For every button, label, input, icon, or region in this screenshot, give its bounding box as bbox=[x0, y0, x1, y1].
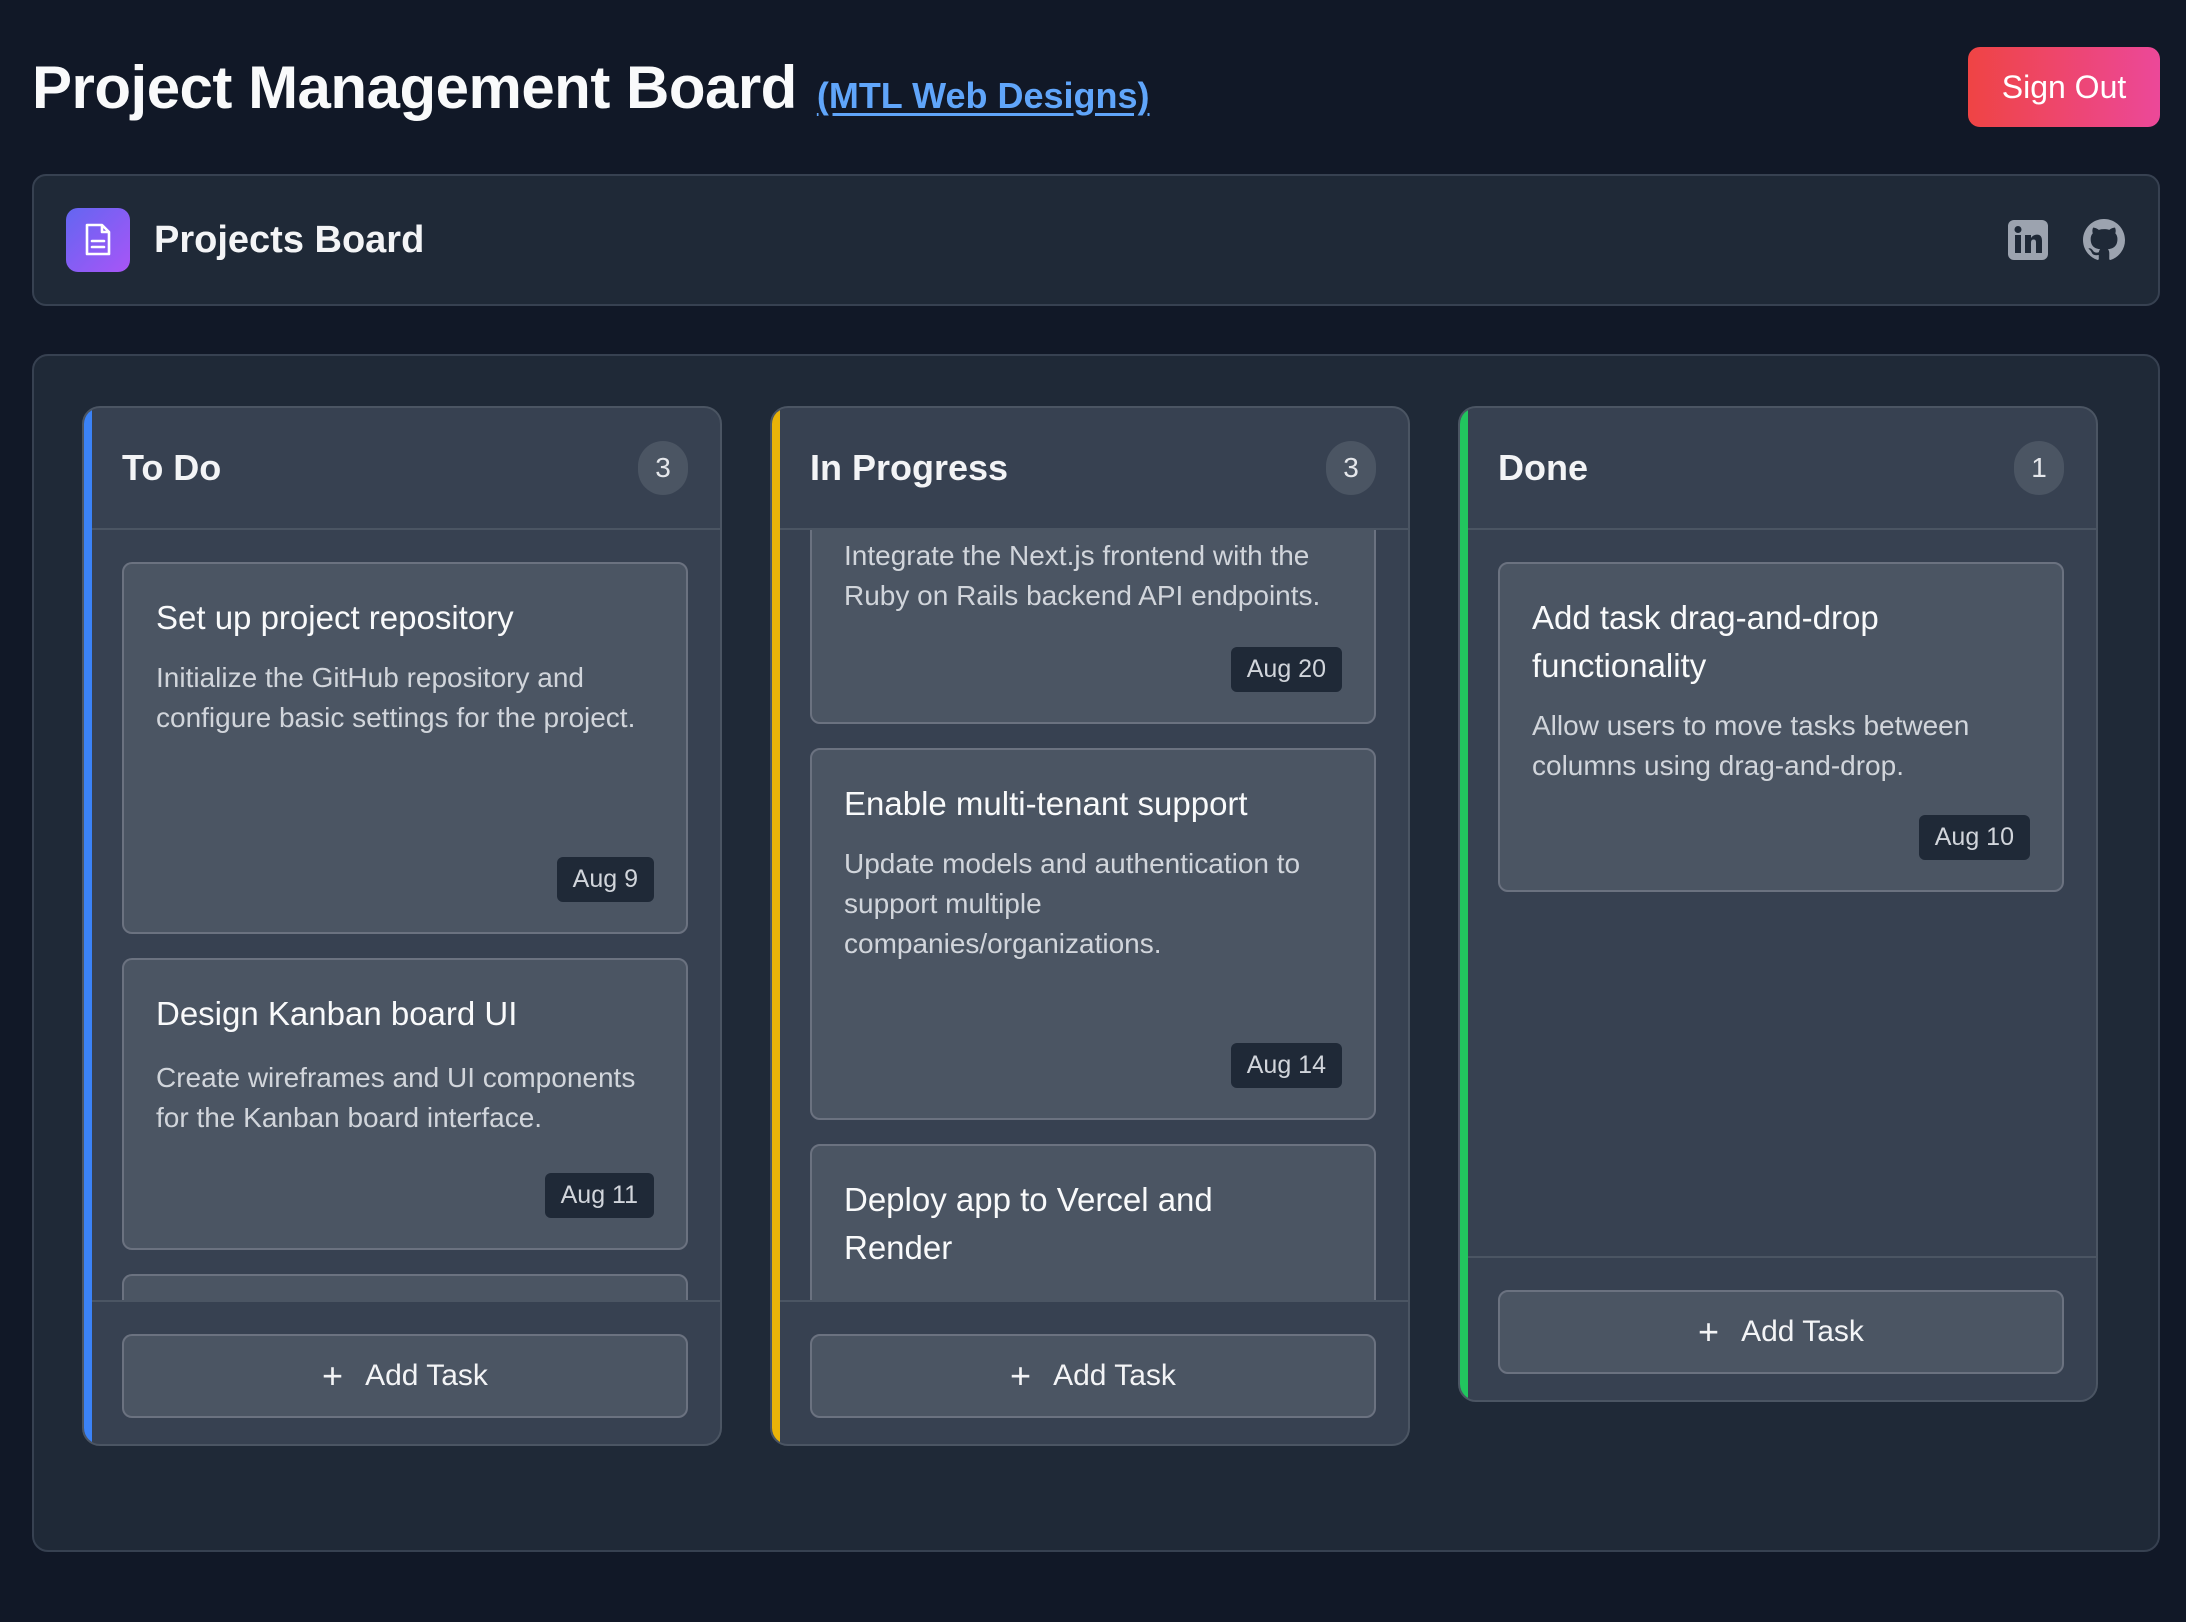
add-task-label: Add Task bbox=[1741, 1315, 1864, 1348]
task-date-badge: Aug 11 bbox=[544, 1173, 654, 1218]
title-wrap: Project Management Board (MTL Web Design… bbox=[32, 53, 1150, 122]
task-count-badge: 3 bbox=[1326, 441, 1376, 495]
column-footer: + Add Task bbox=[1460, 1256, 2096, 1400]
sign-out-button[interactable]: Sign Out bbox=[1968, 47, 2160, 127]
column-title: Done bbox=[1498, 447, 1588, 488]
task-description: Initialize the GitHub repository and con… bbox=[156, 662, 636, 733]
task-card[interactable] bbox=[122, 1274, 688, 1300]
github-icon[interactable] bbox=[2082, 218, 2126, 262]
page: Project Management Board (MTL Web Design… bbox=[0, 0, 2186, 1622]
task-card[interactable]: Design Kanban board UI Create wireframes… bbox=[122, 958, 688, 1250]
column-in-progress: In Progress 3 Integrate the Next.js fron… bbox=[770, 406, 1410, 1446]
task-title: Add task drag-and-drop functionality bbox=[1532, 599, 1879, 684]
social-links bbox=[2006, 218, 2126, 262]
board-title-group: Projects Board bbox=[66, 208, 424, 272]
document-icon bbox=[66, 208, 130, 272]
column-header: To Do 3 bbox=[84, 408, 720, 530]
plus-icon: + bbox=[322, 1355, 344, 1396]
task-description: Create wireframes and UI components for … bbox=[156, 1062, 636, 1133]
task-date-badge: Aug 9 bbox=[556, 857, 654, 902]
add-task-label: Add Task bbox=[1053, 1359, 1176, 1392]
kanban-board: To Do 3 Set up project repository Initia… bbox=[32, 354, 2160, 1552]
column-footer: + Add Task bbox=[772, 1300, 1408, 1444]
task-description: Integrate the Next.js frontend with the … bbox=[844, 540, 1321, 611]
linkedin-icon[interactable] bbox=[2006, 218, 2050, 262]
task-card[interactable]: Add task drag-and-drop functionality All… bbox=[1498, 562, 2064, 892]
task-count-badge: 3 bbox=[638, 441, 688, 495]
column-task-list[interactable]: Integrate the Next.js frontend with the … bbox=[772, 530, 1408, 1300]
column-title: In Progress bbox=[810, 447, 1009, 488]
board-name: Projects Board bbox=[154, 218, 425, 261]
task-count-badge: 1 bbox=[2014, 441, 2064, 495]
add-task-button[interactable]: + Add Task bbox=[122, 1334, 688, 1418]
board-bar: Projects Board bbox=[32, 174, 2160, 306]
task-title: Deploy app to Vercel and Render bbox=[844, 1181, 1213, 1266]
add-task-button[interactable]: + Add Task bbox=[1498, 1290, 2064, 1374]
company-link[interactable]: (MTL Web Designs) bbox=[817, 75, 1150, 117]
column-header: Done 1 bbox=[1460, 408, 2096, 530]
column-done: Done 1 Add task drag-and-drop functional… bbox=[1458, 406, 2098, 1402]
task-card[interactable]: Set up project repository Initialize the… bbox=[122, 562, 688, 934]
add-task-button[interactable]: + Add Task bbox=[810, 1334, 1376, 1418]
task-title: Enable multi-tenant support bbox=[844, 785, 1248, 822]
task-description: Update models and authentication to supp… bbox=[844, 848, 1301, 959]
task-card[interactable]: Integrate the Next.js frontend with the … bbox=[810, 530, 1376, 724]
column-todo: To Do 3 Set up project repository Initia… bbox=[82, 406, 722, 1446]
add-task-label: Add Task bbox=[365, 1359, 488, 1392]
task-date-badge: Aug 20 bbox=[1230, 647, 1342, 692]
plus-icon: + bbox=[1698, 1311, 1720, 1352]
task-description: Allow users to move tasks between column… bbox=[1532, 710, 1970, 781]
task-title: Design Kanban board UI bbox=[156, 995, 518, 1032]
plus-icon: + bbox=[1010, 1355, 1032, 1396]
page-title: Project Management Board bbox=[32, 53, 797, 121]
task-date-badge: Aug 14 bbox=[1230, 1043, 1342, 1088]
column-task-list[interactable]: Set up project repository Initialize the… bbox=[84, 530, 720, 1300]
task-card[interactable]: Enable multi-tenant support Update model… bbox=[810, 748, 1376, 1120]
task-title: Set up project repository bbox=[156, 599, 514, 636]
task-card[interactable]: Deploy app to Vercel and Render bbox=[810, 1144, 1376, 1300]
task-date-badge: Aug 10 bbox=[1918, 815, 2030, 860]
column-task-list[interactable]: Add task drag-and-drop functionality All… bbox=[1460, 530, 2096, 1256]
column-footer: + Add Task bbox=[84, 1300, 720, 1444]
column-header: In Progress 3 bbox=[772, 408, 1408, 530]
column-title: To Do bbox=[122, 447, 222, 488]
top-header: Project Management Board (MTL Web Design… bbox=[32, 44, 2160, 130]
